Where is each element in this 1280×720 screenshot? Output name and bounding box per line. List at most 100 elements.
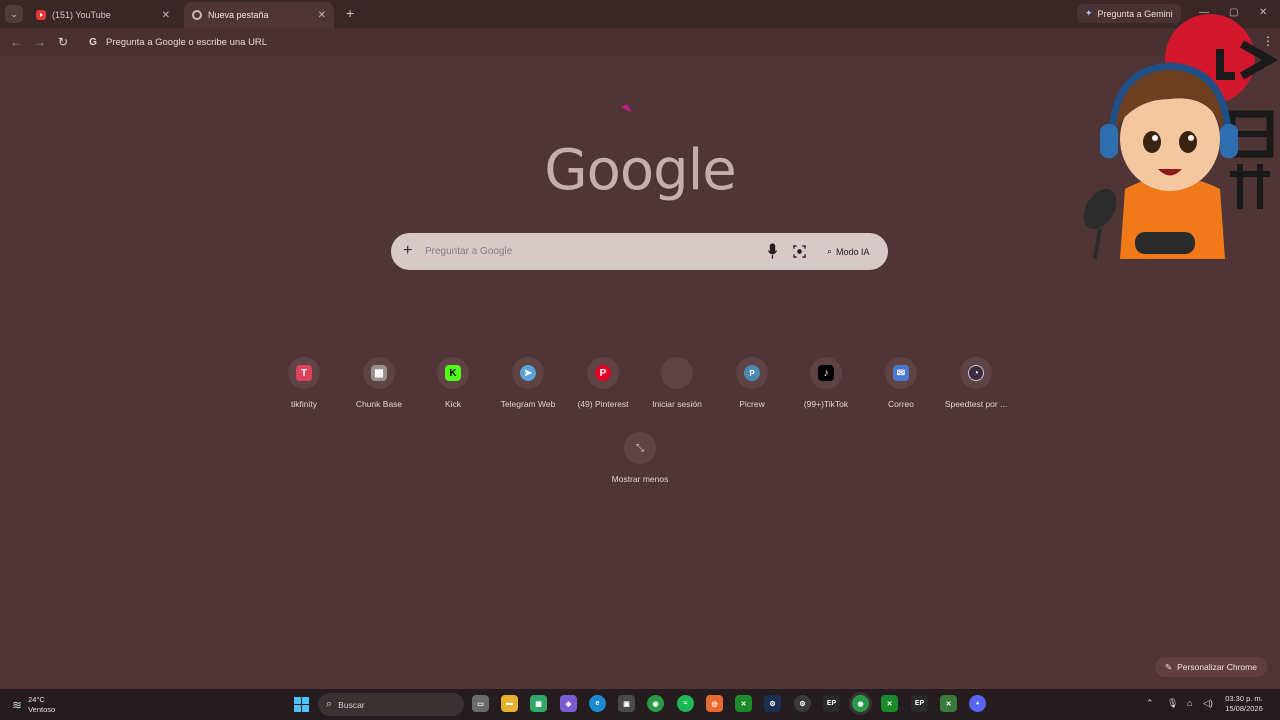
- shortcut-icon-circle: K: [437, 357, 469, 389]
- xbox-icon[interactable]: ✕: [735, 695, 752, 712]
- shortcut-icon-circle: ▦: [363, 357, 395, 389]
- network-icon[interactable]: ⌂: [1187, 698, 1192, 708]
- microphone-icon[interactable]: [768, 243, 777, 260]
- shortcut-pinterest[interactable]: P (49) Pinterest: [565, 357, 641, 409]
- plus-icon[interactable]: +: [403, 242, 412, 260]
- collapse-icon: ⤡: [624, 432, 656, 464]
- discord-icon[interactable]: ◕: [969, 695, 986, 712]
- shortcut-icon-circle: ✉: [885, 357, 917, 389]
- shortcut-chunk-base[interactable]: ▦ Chunk Base: [341, 357, 417, 409]
- taskbar-clock[interactable]: 03:30 p. m. 15/08/2026: [1216, 694, 1272, 714]
- chunkbase-icon: ▦: [371, 365, 387, 381]
- telegram-icon: ➤: [520, 365, 536, 381]
- volume-icon[interactable]: ◁): [1203, 698, 1213, 709]
- google-logo: Google: [544, 138, 736, 203]
- shortcut-telegram-web[interactable]: ➤ Telegram Web: [490, 357, 566, 409]
- shortcut-iniciar-sesion[interactable]: Iniciar sesión: [639, 357, 715, 409]
- shortcut-label: Chunk Base: [355, 399, 403, 409]
- google-g-icon: G: [89, 36, 97, 48]
- show-less-label: Mostrar menos: [611, 474, 669, 484]
- clock-date: 15/08/2026: [1225, 704, 1263, 713]
- customize-chrome-button[interactable]: ✎ Personalizar Chrome: [1155, 657, 1267, 677]
- minecraft-icon[interactable]: ✕: [940, 695, 957, 712]
- file-explorer-icon[interactable]: ▬: [501, 695, 518, 712]
- spotify-icon[interactable]: ≈: [677, 695, 694, 712]
- widgets-icon[interactable]: ▦: [530, 695, 547, 712]
- shortcut-label: Speedtest por ...: [944, 399, 1008, 409]
- camera-lens-icon[interactable]: [793, 245, 806, 258]
- tab-title: Nueva pestaña: [208, 10, 269, 20]
- shortcut-label: Kick: [444, 399, 462, 409]
- search-icon: ⌕: [326, 698, 333, 710]
- shortcut-icon-circle: P: [587, 357, 619, 389]
- shortcut-icon-circle: T: [288, 357, 320, 389]
- shortcut-tiktok[interactable]: ♪ (99+)TikTok: [788, 357, 864, 409]
- ai-mode-label: Modo IA: [836, 246, 870, 257]
- taskbar-search[interactable]: ⌕ Buscar: [318, 693, 464, 716]
- shortcut-label: Iniciar sesión: [652, 399, 702, 409]
- copilot-icon[interactable]: ◆: [560, 695, 577, 712]
- shortcut-label: (49) Pinterest: [577, 399, 629, 409]
- chrome-icon: [192, 10, 202, 20]
- shortcut-label: tikfinity: [291, 399, 317, 409]
- forward-icon[interactable]: →: [34, 35, 46, 49]
- app-orange-icon[interactable]: ◎: [706, 695, 723, 712]
- windows-taskbar: ≋ 24°C Ventoso ⌕ Buscar ▭ ▬ ▦ ◆ e ▣ ◉ ≈ …: [0, 689, 1280, 720]
- wind-icon: ≋: [12, 698, 23, 712]
- chrome-taskbar-icon[interactable]: ◉: [647, 695, 664, 712]
- chevron-up-icon[interactable]: ⌃: [1146, 698, 1154, 709]
- tiktok-icon: ♪: [818, 365, 834, 381]
- shortcut-icon-circle: P: [736, 357, 768, 389]
- windows-start-icon[interactable]: [294, 697, 309, 712]
- shortcut-icon-circle: ➤: [512, 357, 544, 389]
- tab-search-button[interactable]: ⌄: [5, 5, 23, 23]
- weather-desc: Ventoso: [28, 705, 56, 714]
- new-tab-button[interactable]: +: [346, 6, 354, 20]
- weather-temp: 24°C: [28, 695, 45, 704]
- kick-icon: K: [445, 365, 461, 381]
- tab-youtube[interactable]: (151) YouTube ✕: [28, 2, 178, 28]
- customize-label: Personalizar Chrome: [1177, 662, 1257, 672]
- steam-icon[interactable]: ⚙: [764, 695, 781, 712]
- epic-games-launcher-icon[interactable]: EP: [911, 695, 928, 712]
- shortcut-icon-circle: ♪: [810, 357, 842, 389]
- mouse-cursor-icon: [620, 103, 633, 117]
- youtube-icon: [36, 10, 46, 20]
- close-icon[interactable]: ✕: [162, 10, 170, 21]
- shortcut-icon-circle: [661, 357, 693, 389]
- xbox-app-icon[interactable]: ✕: [881, 695, 898, 712]
- task-view-icon[interactable]: ▭: [472, 695, 489, 712]
- show-less-button[interactable]: ⤡ Mostrar menos: [602, 432, 678, 484]
- microphone-tray-icon[interactable]: 🎙︎: [1167, 698, 1178, 709]
- search-input[interactable]: [425, 242, 745, 261]
- shortcut-label: (99+)TikTok: [803, 399, 849, 409]
- shortcut-correo[interactable]: ✉ Correo: [863, 357, 939, 409]
- ai-mode-button[interactable]: ⌕ Modo IA: [819, 240, 878, 263]
- epic-games-icon[interactable]: EP: [823, 695, 840, 712]
- edge-icon[interactable]: e: [589, 695, 606, 712]
- shortcut-label: Telegram Web: [500, 399, 556, 409]
- microsoft-icon: [669, 365, 685, 381]
- pencil-icon: ✎: [1165, 661, 1173, 672]
- shortcut-picrew[interactable]: P Picrew: [714, 357, 790, 409]
- chevron-down-icon: ⌄: [10, 8, 18, 19]
- close-icon[interactable]: ✕: [318, 10, 326, 21]
- search-box[interactable]: + ⌕ Modo IA: [391, 233, 888, 270]
- pinterest-icon: P: [595, 365, 611, 381]
- tab-title: (151) YouTube: [52, 10, 111, 20]
- shortcut-speedtest[interactable]: ◔ Speedtest por ...: [938, 357, 1014, 409]
- app-gear-icon[interactable]: ⚙: [794, 695, 811, 712]
- streamer-avatar-overlay: [1083, 14, 1279, 260]
- shortcut-label: Picrew: [739, 399, 765, 409]
- tikfinity-icon: T: [296, 365, 312, 381]
- back-icon[interactable]: ←: [10, 35, 22, 49]
- tab-new-tab[interactable]: Nueva pestaña ✕: [184, 2, 334, 28]
- reload-icon[interactable]: ↻: [58, 35, 68, 49]
- clock-time: 03:30 p. m.: [1225, 694, 1263, 703]
- shortcut-kick[interactable]: K Kick: [415, 357, 491, 409]
- weather-widget[interactable]: ≋ 24°C Ventoso: [12, 695, 55, 715]
- chrome-active-icon[interactable]: ◉: [852, 695, 869, 712]
- address-bar-placeholder: Pregunta a Google o escribe una URL: [106, 36, 268, 48]
- store-icon[interactable]: ▣: [618, 695, 635, 712]
- shortcut-tikfinity[interactable]: T tikfinity: [266, 357, 342, 409]
